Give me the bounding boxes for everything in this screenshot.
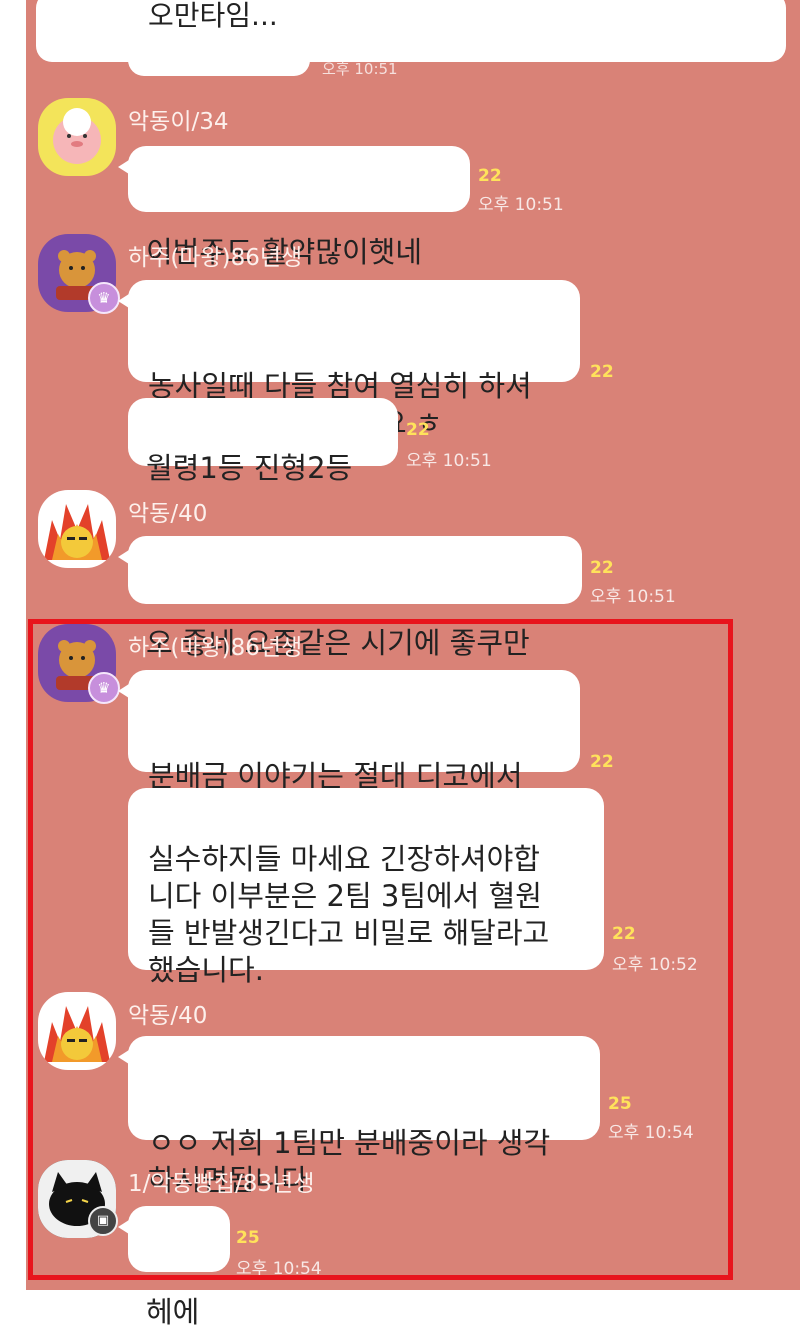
message-bubble[interactable]: 월령1등 진형2등 bbox=[128, 398, 398, 485]
message-time: 오후 10:51 bbox=[478, 195, 564, 215]
message-bubble[interactable]: 이번주도 활약많이햇네 bbox=[118, 146, 470, 269]
crown-icon: ♛ bbox=[88, 282, 120, 314]
sender-name: 하주(마왕)86년생 bbox=[128, 245, 303, 271]
unread-count: 22 bbox=[478, 166, 502, 186]
sender-name: 악동이/34 bbox=[128, 109, 229, 135]
message-text: 헤에 bbox=[146, 1295, 200, 1329]
message-bubble[interactable] bbox=[128, 44, 310, 76]
bubble-tail bbox=[118, 548, 132, 566]
message-text: 월령1등 진형2등 bbox=[146, 451, 353, 485]
unread-count: 22 bbox=[406, 420, 430, 440]
highlight-box bbox=[28, 619, 733, 1280]
unread-count: 22 bbox=[590, 558, 614, 578]
message-time: 오후 10:51 bbox=[590, 587, 676, 607]
bubble-tail bbox=[118, 292, 132, 310]
notice-text: 오만타임... bbox=[148, 0, 278, 32]
message-time: 오후 10:51 bbox=[322, 60, 398, 78]
unread-count: 22 bbox=[590, 362, 614, 382]
sender-name: 악동/40 bbox=[128, 501, 208, 527]
message-time: 오후 10:51 bbox=[406, 451, 492, 471]
avatar-apeach-icon[interactable] bbox=[38, 98, 116, 176]
bubble-tail bbox=[118, 158, 132, 176]
avatar-fire-ryan-icon[interactable] bbox=[38, 490, 116, 568]
message-bubble[interactable]: 오 좋네 요즘같은 시기에 좋쿠만 bbox=[118, 536, 582, 660]
message-bubble[interactable]: 농사일때 다들 참여 열심히 하셔 서 다야 찍먹들하세요 ㅎ bbox=[118, 280, 580, 440]
